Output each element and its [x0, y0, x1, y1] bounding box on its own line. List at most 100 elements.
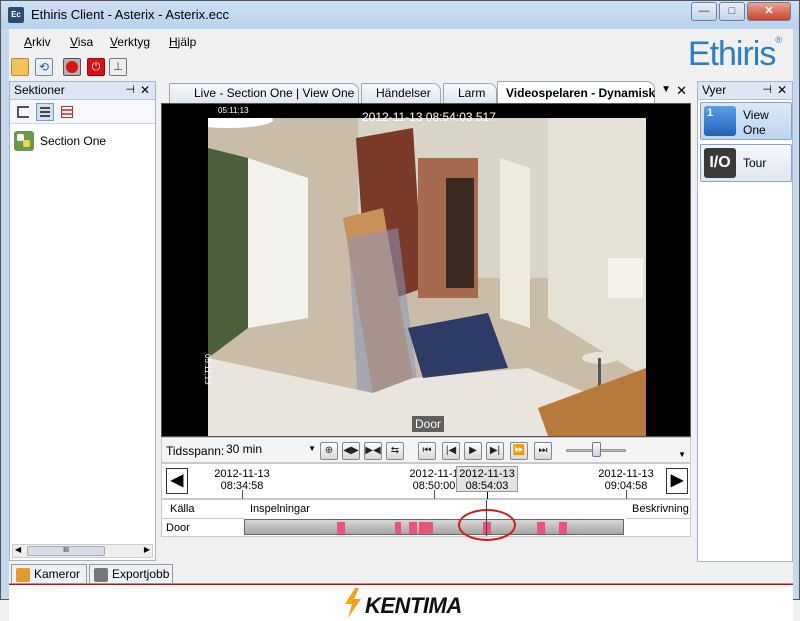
window-title: Ethiris Client - Asterix - Asterix.ecc — [31, 7, 229, 22]
sections-toolbar — [10, 100, 155, 124]
stamp-icon[interactable]: ⊥ — [109, 58, 127, 76]
options-dropdown-icon[interactable]: ▼ — [678, 450, 686, 459]
view-label-line2: One — [743, 123, 766, 137]
timeline[interactable]: ◀ 2012-11-13 08:34:58 2012-11-1 08:50:00 2… — [161, 463, 691, 499]
timeline-cursor-label[interactable]: 2012-11-13 08:54:03 — [456, 466, 518, 492]
timespan-value: 30 min — [226, 442, 263, 456]
recording-segment[interactable] — [337, 522, 345, 534]
scroll-right-icon[interactable]: ▶ — [144, 545, 150, 554]
close-tab-icon[interactable]: ✕ — [676, 83, 687, 99]
menu-bar: Arkiv Visa Verktyg Hjälp — [9, 29, 793, 55]
speed-slider-thumb[interactable] — [592, 442, 601, 457]
tree-item-label: Section One — [40, 134, 107, 148]
column-header-source[interactable]: Källa — [170, 500, 194, 518]
tab-videospelaren[interactable]: Videospelaren - Dynamisk — [497, 81, 655, 103]
expand-icon[interactable]: ◀▶ — [342, 442, 360, 460]
camera-image — [208, 118, 646, 436]
power-icon[interactable]: ⏻ — [87, 58, 105, 76]
sections-panel-title: Sektioner — [14, 83, 65, 97]
section-icon — [14, 131, 34, 151]
scroll-thumb-grip: III — [63, 547, 69, 554]
close-icon[interactable]: ✕ — [777, 82, 787, 99]
fast-forward-icon[interactable]: ⏩ — [510, 442, 528, 460]
menu-visa-rest: isa — [77, 35, 94, 49]
recording-segment[interactable] — [395, 522, 401, 534]
step-forward-icon[interactable]: ▶| — [486, 442, 504, 460]
timeline-end-date: 2012-11-13 — [598, 468, 654, 480]
ethiris-logo: Ethiris® — [688, 35, 782, 74]
timespan-select[interactable]: 30 min ▼ — [226, 442, 316, 459]
menu-hjalp[interactable]: Hjälp — [169, 35, 196, 49]
timeline-tick — [626, 490, 627, 499]
kentima-logo: KENTIMA — [365, 593, 462, 618]
play-icon[interactable]: ▶ — [464, 442, 482, 460]
horizontal-scrollbar[interactable]: ◀ III ▶ — [12, 544, 153, 558]
menu-visa[interactable]: Visa — [70, 35, 93, 49]
detail-view-icon[interactable] — [58, 103, 76, 121]
tab-exportjobb[interactable]: Exportjobb — [89, 564, 173, 584]
record-icon[interactable] — [63, 58, 81, 76]
timeline-cursor-date: 2012-11-13 — [459, 468, 515, 480]
skip-end-icon[interactable]: ⏭ — [534, 442, 552, 460]
tree-item-section-one[interactable]: Section One — [14, 130, 106, 152]
view-item-view-one[interactable]: 1 View One — [700, 102, 792, 140]
recording-segment[interactable] — [537, 522, 545, 534]
maximize-button[interactable]: □ — [719, 2, 745, 21]
video-viewport[interactable]: 05:11:13 05:11:13 2012-11-13 08:54:03.51… — [161, 103, 691, 437]
timeline-label-mid: 2012-11-1 08:50:00 — [404, 468, 464, 492]
timespan-label: Tidsspann: — [166, 444, 225, 458]
close-window-button[interactable]: ✕ — [747, 2, 791, 21]
column-header-description[interactable]: Beskrivning — [632, 500, 689, 518]
recording-segment[interactable] — [409, 522, 417, 534]
tab-handelser[interactable]: Händelser — [361, 83, 441, 103]
step-back-icon[interactable]: |◀ — [442, 442, 460, 460]
scroll-thumb[interactable]: III — [27, 546, 105, 556]
tab-list-dropdown-icon[interactable]: ▼ — [661, 84, 671, 95]
brand-mark: ® — [775, 35, 782, 45]
view-icon-text: 1 — [707, 107, 714, 119]
skip-start-icon[interactable]: ⏮ — [418, 442, 436, 460]
refresh-icon[interactable]: ⟲ — [35, 58, 53, 76]
timeline-next-button[interactable]: ▶ — [666, 468, 688, 494]
tab-kameror-label: Kameror — [34, 567, 81, 581]
zoom-icon[interactable]: ⊕ — [320, 442, 338, 460]
footer: KENTIMA — [9, 584, 793, 621]
app-window: Ec Ethiris Client - Asterix - Asterix.ec… — [0, 0, 800, 621]
minimize-button[interactable]: — — [691, 2, 717, 21]
menu-hjalp-accel: H — [169, 35, 178, 49]
tab-kameror[interactable]: Kameror — [11, 564, 87, 584]
tree-view-icon[interactable] — [14, 103, 32, 121]
highlight-circle — [458, 509, 516, 541]
recording-segment[interactable] — [419, 522, 433, 534]
timeline-label-start: 2012-11-13 08:34:58 — [212, 468, 272, 492]
title-bar[interactable]: Ec Ethiris Client - Asterix - Asterix.ec… — [1, 1, 799, 29]
views-panel-title: Vyer — [702, 83, 727, 97]
recording-bar[interactable] — [244, 519, 624, 535]
pin-icon[interactable]: ⊣ — [762, 82, 772, 99]
folder-icon[interactable] — [11, 58, 29, 76]
sections-panel-header: Sektioner ⊣ ✕ — [10, 82, 155, 100]
close-icon[interactable]: ✕ — [140, 82, 150, 99]
column-header-recordings[interactable]: Inspelningar — [250, 500, 310, 518]
camera-name-label: Door — [412, 416, 445, 432]
list-view-icon[interactable] — [36, 103, 54, 121]
timeline-cursor-line — [487, 492, 488, 499]
tab-live[interactable]: Live - Section One | View One — [169, 83, 359, 103]
scroll-left-icon[interactable]: ◀ — [15, 545, 21, 554]
io-icon: I/O — [704, 148, 736, 178]
timeline-prev-button[interactable]: ◀ — [166, 468, 188, 494]
tab-larm[interactable]: Larm — [443, 83, 497, 103]
view-icon: 1 — [704, 106, 736, 136]
views-panel: Vyer ⊣ ✕ 1 View One I/O Tour — [697, 81, 793, 562]
collapse-icon[interactable]: ▶◀ — [364, 442, 382, 460]
view-item-tour[interactable]: I/O Tour — [700, 144, 792, 182]
menu-arkiv[interactable]: Arkiv — [24, 35, 51, 49]
recording-segment[interactable] — [559, 522, 567, 534]
view-label: Tour — [743, 156, 767, 170]
playback-controls: Tidsspann: 30 min ▼ ⊕ ◀▶ ▶◀ ⇆ ⏮ |◀ ▶ ▶| … — [161, 437, 691, 463]
camera-osd-side-text: 05:11:13 — [203, 354, 212, 385]
swap-icon[interactable]: ⇆ — [386, 442, 404, 460]
row-source-door[interactable]: Door — [162, 518, 244, 536]
pin-icon[interactable]: ⊣ — [125, 82, 135, 99]
menu-verktyg[interactable]: Verktyg — [110, 35, 150, 49]
